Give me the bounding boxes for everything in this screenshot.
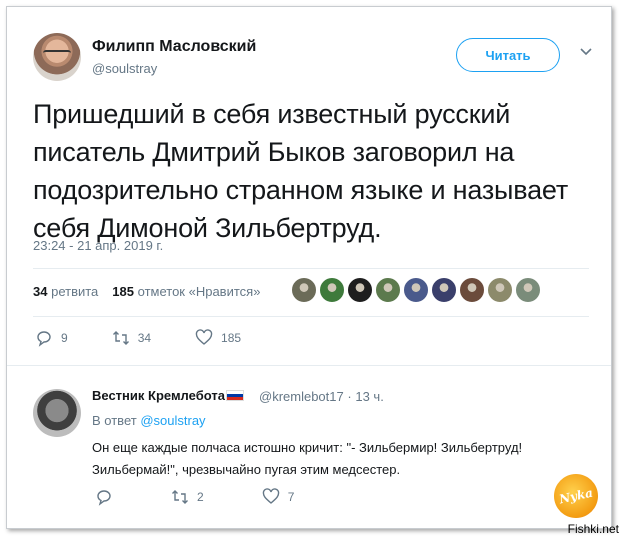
divider	[7, 365, 611, 366]
reply-author-name[interactable]: Вестник Кремлебота	[92, 388, 244, 403]
likes-stat[interactable]: 185 отметок «Нравится»	[112, 284, 260, 299]
divider	[33, 316, 589, 317]
tweet-screenshot-frame: Филипп Масловский @soulstray Читать Приш…	[6, 6, 612, 529]
in-reply-to: В ответ @soulstray	[92, 413, 206, 428]
meta-separator: ·	[347, 389, 352, 404]
liker-avatar[interactable]	[347, 277, 373, 303]
retweet-icon	[112, 331, 129, 345]
like-action[interactable]: 185	[195, 329, 241, 347]
retweets-count: 34	[33, 284, 48, 299]
reply-action[interactable]: 9	[35, 329, 68, 347]
chevron-down-icon[interactable]	[579, 45, 593, 59]
liker-avatar[interactable]	[487, 277, 513, 303]
retweets-stat[interactable]: 34 ретвита	[33, 284, 98, 299]
reply-meta: @kremlebot17 · 13 ч.	[259, 389, 384, 404]
divider	[33, 268, 589, 269]
reply-like-action[interactable]: 7	[262, 488, 295, 506]
liker-avatar[interactable]	[319, 277, 345, 303]
liker-avatars	[291, 277, 541, 303]
reply-count: 9	[61, 331, 68, 345]
reply-author-name-text: Вестник Кремлебота	[92, 388, 225, 403]
reply-actions: 2 7	[95, 488, 294, 506]
reply-time[interactable]: 13 ч.	[355, 389, 383, 404]
reply-author-handle[interactable]: @kremlebot17	[259, 389, 344, 404]
fishki-watermark: Fishki.net	[567, 522, 619, 536]
likes-count: 185	[112, 284, 134, 299]
reply-like-count: 7	[287, 490, 295, 504]
like-count: 185	[221, 331, 242, 345]
tweet-actions: 9 34 185	[35, 329, 241, 347]
reply-icon	[37, 331, 51, 347]
liker-avatar[interactable]	[431, 277, 457, 303]
liker-avatar[interactable]	[291, 277, 317, 303]
heart-icon	[262, 488, 279, 504]
tweet-stats: 34 ретвита 185 отметок «Нравится»	[33, 284, 260, 299]
author-name[interactable]: Филипп Масловский	[92, 38, 256, 56]
retweet-count: 34	[137, 331, 152, 345]
retweets-label: ретвита	[51, 284, 99, 299]
reply-icon	[97, 490, 111, 506]
retweet-action[interactable]: 34	[112, 329, 151, 347]
reply-text: Он еще каждые полчаса истошно кричит: "-…	[92, 440, 523, 477]
liker-avatar[interactable]	[403, 277, 429, 303]
likes-label: отметок «Нравится»	[137, 284, 261, 299]
tweet-text: Пришедший в себя известный русский писат…	[33, 99, 568, 243]
author-handle[interactable]: @soulstray	[92, 61, 157, 76]
reply-retweet-action[interactable]: 2	[171, 488, 204, 506]
in-reply-label: В ответ	[92, 413, 137, 428]
reply-author-avatar[interactable]	[33, 389, 81, 437]
heart-icon	[195, 329, 213, 345]
russian-flag-icon	[225, 390, 244, 401]
liker-avatar[interactable]	[459, 277, 485, 303]
liker-avatar[interactable]	[375, 277, 401, 303]
reply-reply-action[interactable]	[95, 488, 113, 506]
retweet-icon	[172, 490, 188, 504]
in-reply-handle-link[interactable]: @soulstray	[140, 413, 205, 428]
follow-button[interactable]: Читать	[456, 38, 560, 72]
reply-retweet-count: 2	[197, 490, 204, 504]
liker-avatar[interactable]	[515, 277, 541, 303]
tweet-timestamp[interactable]: 23:24 - 21 апр. 2019 г.	[33, 238, 163, 253]
author-avatar[interactable]	[33, 33, 81, 81]
